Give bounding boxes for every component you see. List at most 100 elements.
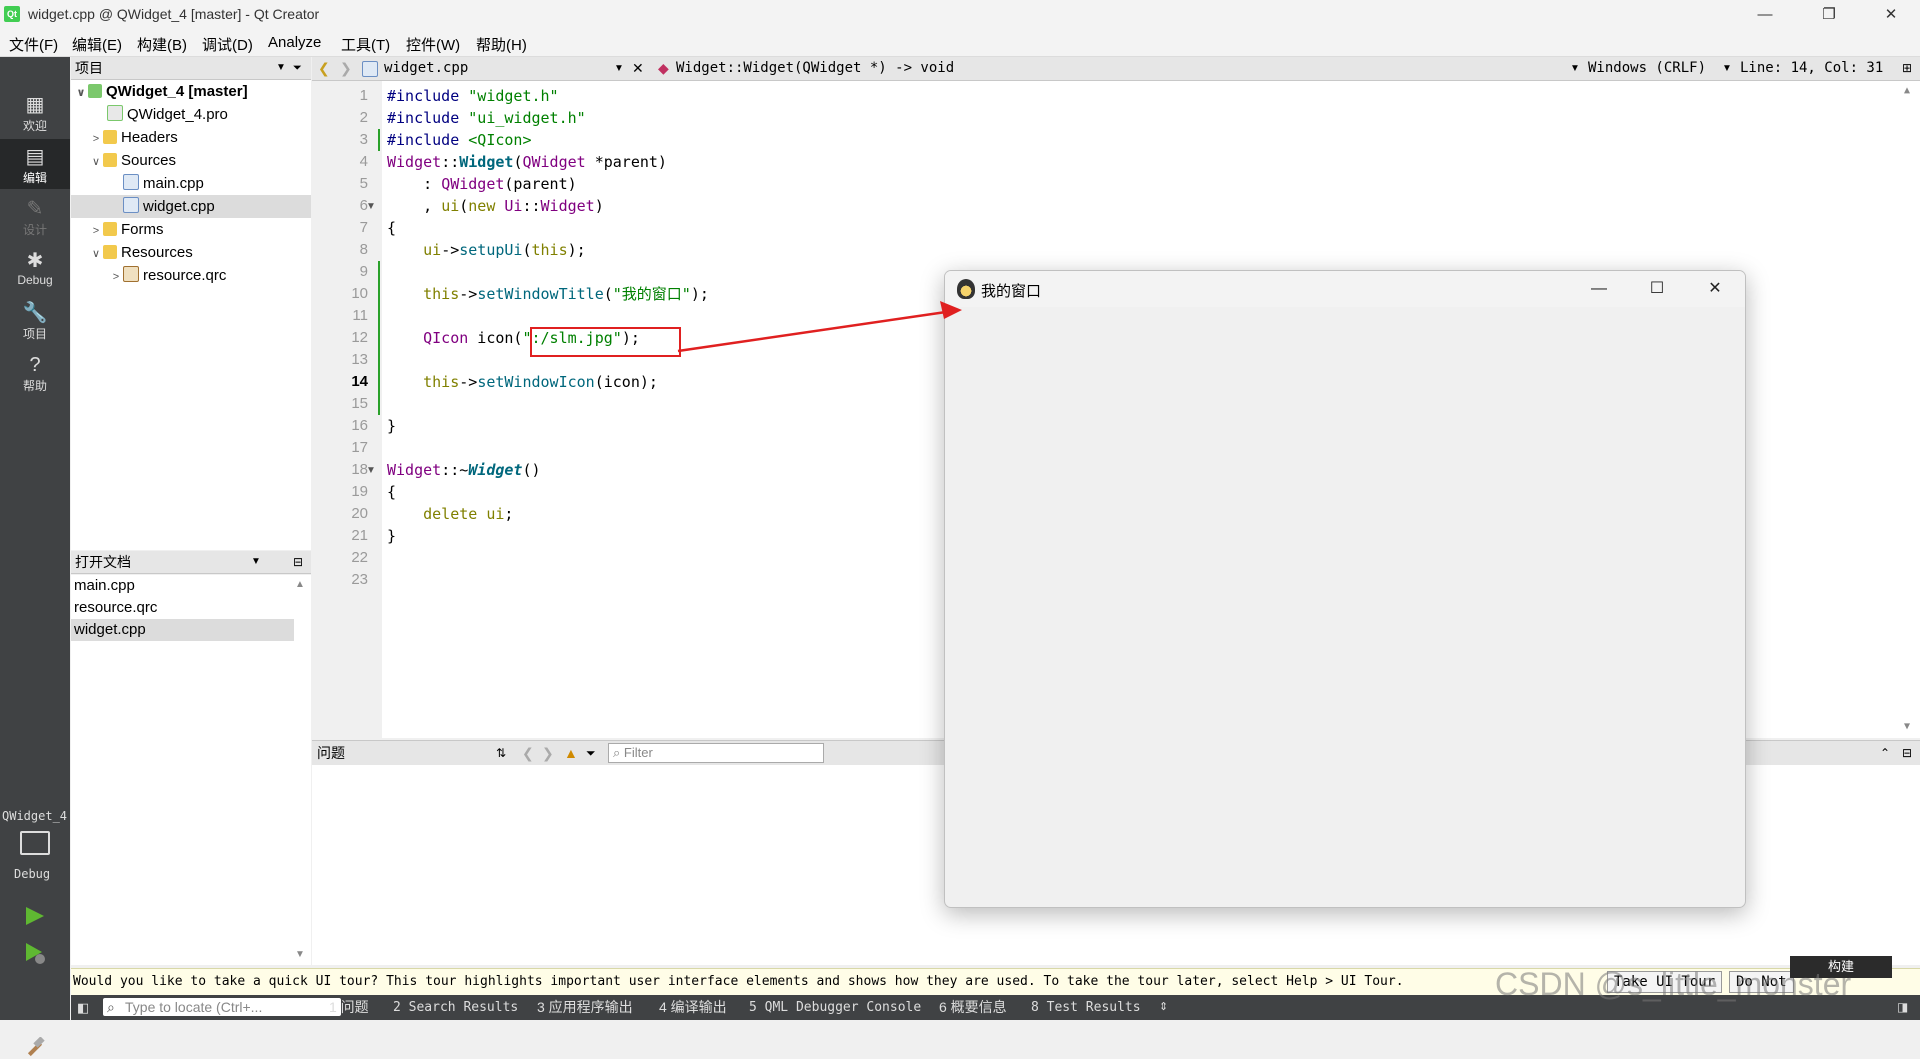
modified-line-marker	[378, 261, 380, 283]
mode-edit[interactable]: ▤ 编辑	[0, 139, 70, 189]
sort-icon[interactable]: ⇅	[496, 741, 506, 765]
chevron-down-icon[interactable]: ▼	[614, 57, 624, 80]
scroll-down-icon[interactable]: ▼	[1904, 721, 1910, 732]
mode-welcome[interactable]: ▦ 欢迎	[0, 87, 70, 137]
debug-run-icon[interactable]	[24, 941, 46, 965]
build-hammer-icon[interactable]	[24, 1037, 46, 1059]
tab-qml-console[interactable]: 5 QML Debugger Console	[749, 995, 921, 1020]
monitor-icon[interactable]	[20, 831, 50, 855]
chevron-down-icon[interactable]: ▼	[1570, 57, 1580, 80]
line-number: 21	[351, 527, 368, 544]
line-number: 9	[359, 263, 368, 280]
code-line: delete ui;	[423, 505, 514, 523]
open-doc-item[interactable]: main.cpp	[71, 575, 294, 597]
next-issue-icon[interactable]: ❯	[542, 741, 554, 765]
menu-tools[interactable]: 工具(T)	[341, 34, 390, 55]
fold-marker-icon[interactable]: ▼	[366, 201, 376, 212]
fold-marker-icon[interactable]: ▼	[366, 465, 376, 476]
warning-icon[interactable]: ▲	[564, 741, 578, 765]
tab-compile-output[interactable]: 4 编译输出	[659, 995, 727, 1020]
prev-issue-icon[interactable]: ❮	[522, 741, 534, 765]
scroll-up-icon[interactable]: ▲	[1904, 85, 1910, 96]
open-doc-item[interactable]: resource.qrc	[71, 597, 294, 619]
restore-button[interactable]: ❐	[1800, 0, 1858, 29]
expand-arrow-icon[interactable]: >	[109, 266, 123, 289]
close-button[interactable]: ✕	[1862, 0, 1920, 29]
tab-summary[interactable]: 6 概要信息	[939, 995, 1007, 1020]
mode-label: 设计	[22, 223, 47, 237]
line-ending-selector[interactable]: Windows (CRLF)	[1588, 57, 1706, 80]
toggle-sidebar-icon[interactable]: ◧	[77, 995, 89, 1020]
tab-issues[interactable]: 1 问题	[329, 995, 369, 1020]
locator-input[interactable]: ⌕ Type to locate (Ctrl+...	[103, 998, 341, 1016]
tab-app-output[interactable]: 3 应用程序输出	[537, 995, 633, 1020]
tree-item-resources[interactable]: ∨ Resources	[71, 241, 311, 264]
menu-file[interactable]: 文件(F)	[9, 34, 58, 55]
filter-input[interactable]: ⌕ Filter	[608, 743, 824, 763]
cursor-position[interactable]: Line: 14, Col: 31	[1740, 57, 1883, 80]
mode-design[interactable]: ✎ 设计	[0, 191, 70, 241]
open-doc-item[interactable]: widget.cpp	[71, 619, 294, 641]
run-icon[interactable]	[24, 905, 46, 927]
menu-help[interactable]: 帮助(H)	[476, 34, 527, 55]
chevron-down-icon[interactable]: ▼	[251, 551, 261, 573]
bug-icon: ✱	[26, 250, 44, 272]
menu-analyze[interactable]: Analyze	[268, 34, 321, 51]
tree-item-label: Resources	[121, 244, 193, 261]
split-icon[interactable]: ⊞	[1902, 57, 1912, 80]
tree-item-project[interactable]: ∨ QWidget_4 [master]	[71, 80, 311, 103]
tree-item-resource-qrc[interactable]: > resource.qrc	[71, 264, 311, 287]
popup-close-button[interactable]: ✕	[1686, 271, 1744, 307]
modified-line-marker	[378, 393, 380, 415]
expand-arrow-icon[interactable]: ∨	[89, 151, 103, 174]
maximize-pane-icon[interactable]: ⌃	[1880, 741, 1890, 765]
symbol-selector[interactable]: Widget::Widget(QWidget *) -> void	[676, 57, 954, 80]
tree-item-main-cpp[interactable]: main.cpp	[71, 172, 311, 195]
modified-line-marker	[378, 371, 380, 393]
close-pane-icon[interactable]: ⊟	[293, 551, 303, 573]
popup-maximize-button[interactable]: ☐	[1628, 271, 1686, 307]
filter-icon[interactable]: ⏷	[586, 741, 596, 765]
tree-item-widget-cpp[interactable]: widget.cpp	[71, 195, 311, 218]
forward-arrow-icon[interactable]: ❯	[340, 57, 352, 80]
chevron-down-icon[interactable]: ▼	[1722, 57, 1732, 80]
current-file-name[interactable]: widget.cpp	[384, 57, 468, 80]
popup-minimize-button[interactable]: —	[1570, 271, 1628, 307]
back-arrow-icon[interactable]: ❮	[318, 57, 330, 80]
search-icon: ⌕	[107, 999, 115, 1015]
tree-item-headers[interactable]: > Headers	[71, 126, 311, 149]
code-line: {	[387, 219, 397, 237]
tree-item-pro-file[interactable]: QWidget_4.pro	[71, 103, 311, 126]
expand-arrow-icon[interactable]: >	[89, 128, 103, 151]
close-document-icon[interactable]: ✕	[632, 57, 644, 80]
menu-edit[interactable]: 编辑(E)	[72, 34, 122, 55]
tab-test-results[interactable]: 8 Test Results	[1031, 995, 1141, 1020]
expand-arrow-icon[interactable]: ∨	[89, 243, 103, 266]
mode-projects[interactable]: 🔧 项目	[0, 295, 70, 345]
tree-item-sources[interactable]: ∨ Sources	[71, 149, 311, 172]
scroll-up-icon[interactable]: ▲	[295, 579, 305, 590]
menu-build[interactable]: 构建(B)	[137, 34, 187, 55]
scroll-down-icon[interactable]: ▼	[295, 949, 305, 960]
menu-controls[interactable]: 控件(W)	[406, 34, 460, 55]
mode-help[interactable]: ? 帮助	[0, 347, 70, 397]
modified-line-marker	[378, 129, 380, 151]
project-tree: ∨ QWidget_4 [master] QWidget_4.pro > Heade…	[71, 80, 311, 550]
toggle-output-icon[interactable]: ◨	[1897, 995, 1908, 1020]
cpp-file-icon	[362, 61, 378, 77]
editor-toolbar: ❮ ❯ widget.cpp ▼ ✕ ◆ Widget::Widget(QWid…	[312, 57, 1920, 81]
expand-arrow-icon[interactable]: ∨	[74, 82, 88, 105]
menu-debug[interactable]: 调试(D)	[202, 34, 253, 55]
close-pane-icon[interactable]: ⊟	[1902, 741, 1912, 765]
expand-arrow-icon[interactable]: >	[89, 220, 103, 243]
minimize-button[interactable]: —	[1736, 0, 1794, 29]
chevron-down-icon[interactable]: ▼	[276, 57, 286, 79]
project-pane-header: 项目 ▼ ⏷	[71, 57, 311, 80]
mode-debug[interactable]: ✱ Debug	[0, 243, 70, 293]
filter-icon[interactable]: ⏷	[293, 57, 302, 79]
modified-line-marker	[378, 327, 380, 349]
tree-item-label: Headers	[121, 129, 178, 146]
tree-item-forms[interactable]: > Forms	[71, 218, 311, 241]
more-tabs-icon[interactable]: ⇕	[1159, 995, 1168, 1020]
tab-search-results[interactable]: 2 Search Results	[393, 995, 518, 1020]
